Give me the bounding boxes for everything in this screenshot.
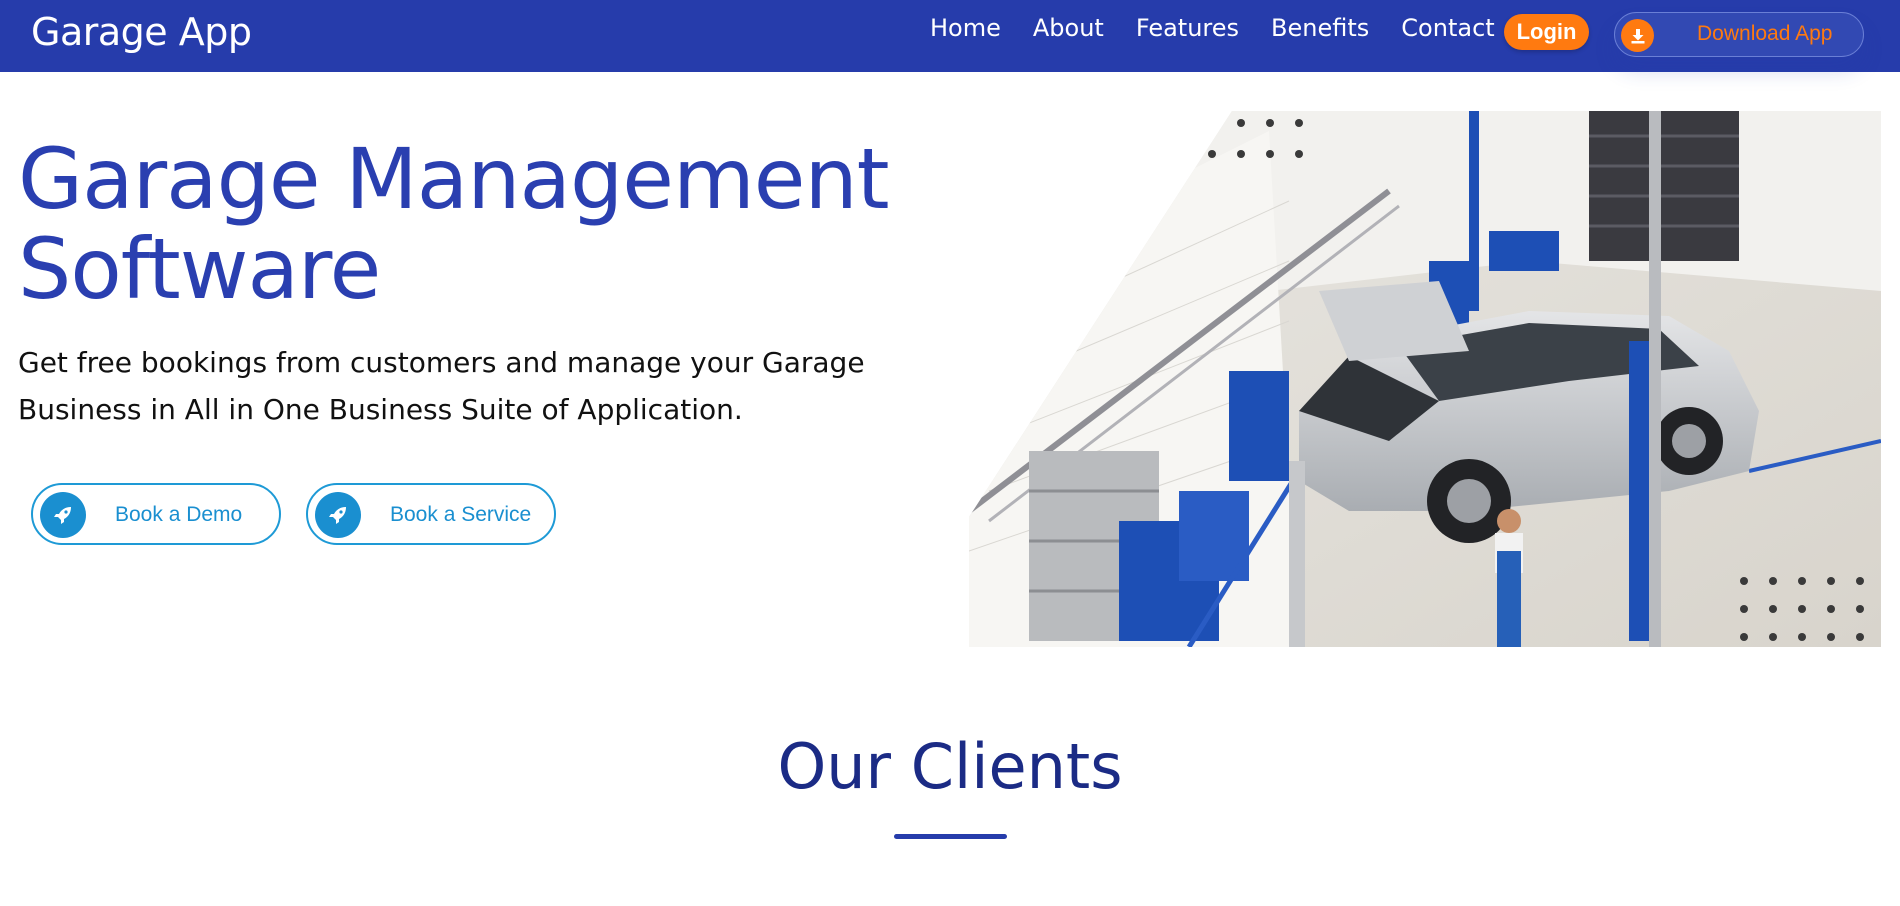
top-navbar: Garage App Home About Features Benefits … (0, 0, 1900, 72)
our-clients-heading: Our Clients (777, 730, 1123, 803)
book-service-label: Book a Service (390, 503, 532, 526)
rocket-icon (315, 492, 361, 538)
nav-link-home[interactable]: Home (930, 14, 1001, 42)
hero-title-line-1: Garage Management (18, 130, 890, 228)
hero-subtitle-line-1: Get free bookings from customers and man… (18, 346, 865, 379)
section-divider (894, 834, 1007, 839)
login-button[interactable]: Login (1504, 14, 1589, 50)
download-app-label: Download App (1697, 22, 1833, 45)
book-demo-label: Book a Demo (115, 503, 243, 526)
hero-subtitle: Get free bookings from customers and man… (18, 339, 898, 433)
book-demo-button[interactable]: Book a Demo (31, 483, 281, 545)
hero-title-line-2: Software (18, 220, 381, 318)
download-app-button[interactable]: Download App (1614, 12, 1864, 57)
rocket-icon (40, 492, 86, 538)
brand-logo-text[interactable]: Garage App (31, 10, 252, 54)
hero-garage-image (969, 111, 1881, 647)
nav-link-benefits[interactable]: Benefits (1271, 14, 1369, 42)
hero-subtitle-line-2: Business in All in One Business Suite of… (18, 393, 743, 426)
book-service-button[interactable]: Book a Service (306, 483, 556, 545)
download-icon (1621, 19, 1654, 52)
nav-link-contact[interactable]: Contact (1401, 14, 1494, 42)
nav-link-features[interactable]: Features (1136, 14, 1239, 42)
nav-links: Home About Features Benefits Contact (930, 14, 1495, 42)
hero-title: Garage Management Software (18, 134, 918, 314)
nav-link-about[interactable]: About (1033, 14, 1104, 42)
